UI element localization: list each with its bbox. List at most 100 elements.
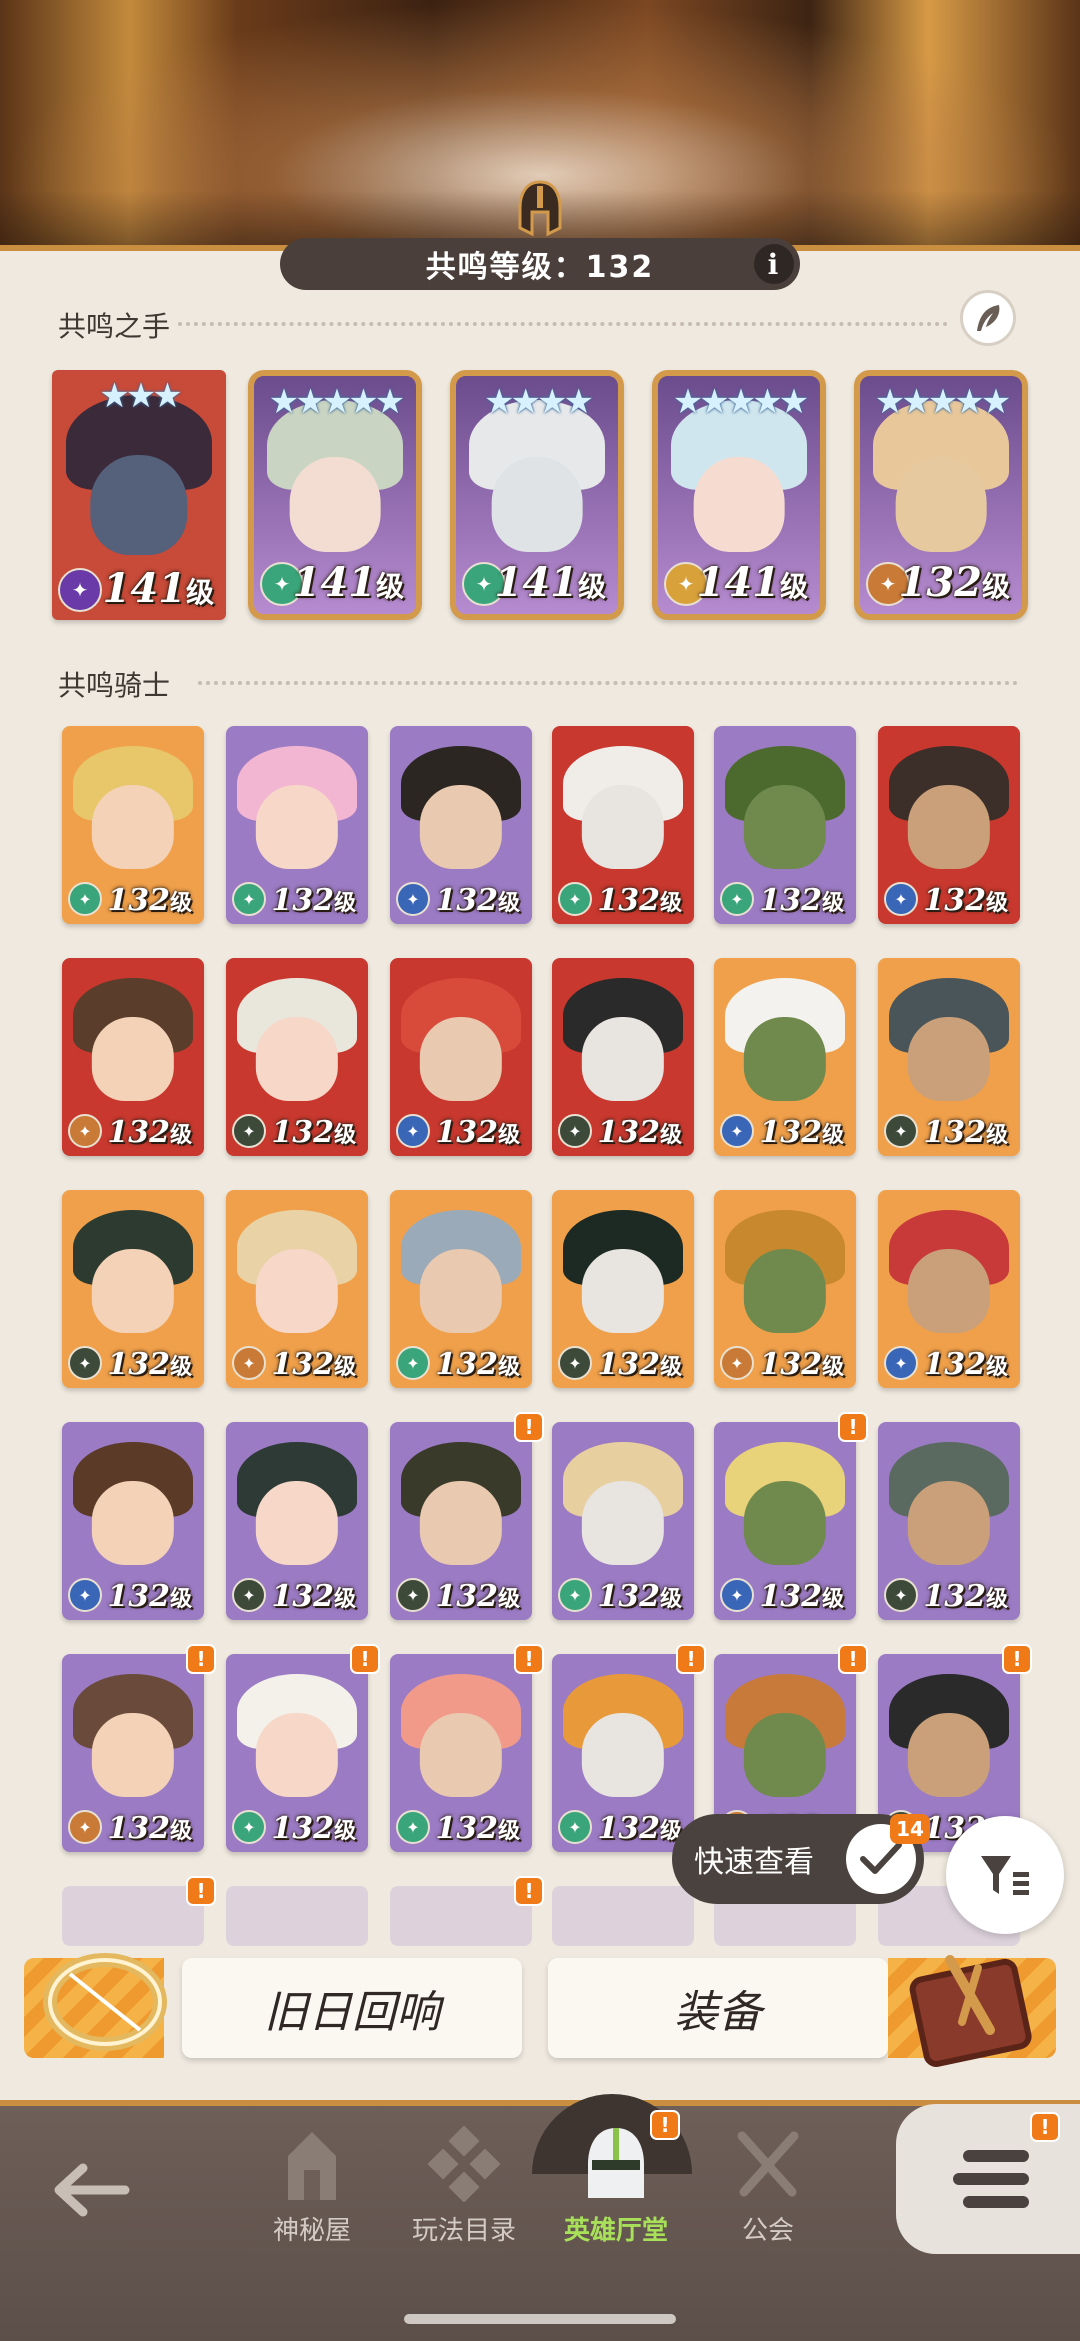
hand-hero-card[interactable]: ★★★★ ✦ 141级 xyxy=(450,370,624,620)
knight-card[interactable]: ✦132级 xyxy=(552,1654,694,1852)
hero-portrait-face xyxy=(895,456,987,553)
hero-portrait-face xyxy=(907,1713,991,1797)
faction-icon: ✦ xyxy=(558,1578,592,1612)
hero-level: 132级 xyxy=(271,1115,356,1150)
equipment-button[interactable]: 装备 xyxy=(548,1958,888,2058)
knight-card[interactable]: ✦132级 xyxy=(552,1422,694,1620)
nav-label: 英雄厅堂 xyxy=(563,2216,668,2246)
hero-level: 132级 xyxy=(435,1347,520,1382)
faction-icon: ✦ xyxy=(558,1346,592,1380)
hand-hero-card[interactable]: ★★★★★ ✦ 141级 xyxy=(652,370,826,620)
knight-card[interactable]: ✦132级 xyxy=(714,1422,856,1620)
section-divider xyxy=(178,322,948,326)
hero-level: 141级 xyxy=(494,559,606,606)
hero-level: 132级 xyxy=(435,1579,520,1614)
info-icon[interactable]: i xyxy=(754,244,794,284)
nav-label: 公会 xyxy=(741,2216,794,2246)
knight-card-partial[interactable] xyxy=(390,1886,532,1946)
knight-card[interactable]: ✦132级 xyxy=(226,958,368,1156)
upgrade-alert-badge: ! xyxy=(838,1412,868,1442)
knight-card[interactable]: ✦132级 xyxy=(62,958,204,1156)
hero-portrait-face xyxy=(581,1017,665,1101)
hero-portrait-face xyxy=(419,1713,503,1797)
knight-card[interactable]: ✦132级 xyxy=(878,1190,1020,1388)
knight-card[interactable]: ✦132级 xyxy=(552,958,694,1156)
knight-card[interactable]: ✦132级 xyxy=(226,726,368,924)
hero-level: 132级 xyxy=(923,883,1008,918)
upgrade-alert-badge: ! xyxy=(350,1644,380,1674)
helmet-emblem-icon xyxy=(518,180,562,237)
upgrade-alert-badge: ! xyxy=(838,1644,868,1674)
knight-card[interactable]: ✦132级 xyxy=(226,1654,368,1852)
knight-card[interactable]: ✦132级 xyxy=(878,1422,1020,1620)
nav-mystery-house[interactable]: 神秘屋 xyxy=(252,2124,372,2247)
nav-hero-hall[interactable]: 英雄厅堂 xyxy=(556,2124,676,2247)
faction-icon: ✦ xyxy=(232,1114,266,1148)
filter-icon[interactable] xyxy=(946,1816,1064,1934)
hero-portrait-face xyxy=(419,785,503,869)
knight-card[interactable]: ✦132级 xyxy=(390,726,532,924)
ring-icon xyxy=(43,1953,167,2051)
knight-card[interactable]: ✦132级 xyxy=(552,726,694,924)
knight-card[interactable]: ✦132级 xyxy=(878,958,1020,1156)
menu-alert: ! xyxy=(1030,2112,1060,2142)
hero-portrait-face xyxy=(255,785,339,869)
knight-card[interactable]: ✦132级 xyxy=(878,726,1020,924)
section-divider xyxy=(198,681,1018,685)
hero-portrait-face xyxy=(289,456,381,553)
knight-card[interactable]: ✦132级 xyxy=(390,958,532,1156)
echoes-button[interactable]: 旧日回响 xyxy=(182,1958,522,2058)
upgrade-alert-badge: ! xyxy=(514,1876,544,1906)
hand-hero-card[interactable]: ★★★★★ ✦ 141级 xyxy=(248,370,422,620)
upgrade-alert-badge: ! xyxy=(186,1876,216,1906)
hero-portrait-face xyxy=(419,1249,503,1333)
hero-portrait-face xyxy=(255,1713,339,1797)
knight-card[interactable]: ✦132级 xyxy=(226,1422,368,1620)
nav-gameplay-catalog[interactable]: 玩法目录 xyxy=(404,2124,524,2247)
hero-level: 132级 xyxy=(435,1811,520,1846)
faction-icon: ✦ xyxy=(884,1114,918,1148)
hero-portrait-face xyxy=(907,785,991,869)
hero-portrait-face xyxy=(743,1017,827,1101)
knight-helmet-icon xyxy=(576,2124,656,2204)
star-rank: ★★★★★ xyxy=(268,382,405,422)
crossed-swords-icon xyxy=(728,2124,808,2204)
hand-hero-card[interactable]: ★★★★★ ✦ 132级 xyxy=(854,370,1028,620)
hero-level: 132级 xyxy=(923,1579,1008,1614)
quill-icon[interactable] xyxy=(960,290,1016,346)
knight-card[interactable]: ✦132级 xyxy=(390,1422,532,1620)
faction-icon: ✦ xyxy=(396,882,430,916)
quick-view-toggle[interactable]: 快速查看 xyxy=(672,1814,924,1904)
hero-portrait-face xyxy=(907,1481,991,1565)
knight-card[interactable]: ✦132级 xyxy=(226,1190,368,1388)
knight-card[interactable]: ✦132级 xyxy=(390,1190,532,1388)
knight-card[interactable]: ✦132级 xyxy=(552,1190,694,1388)
knight-card[interactable]: ✦132级 xyxy=(714,1190,856,1388)
hero-portrait-face xyxy=(743,785,827,869)
knight-card[interactable]: ✦132级 xyxy=(62,1654,204,1852)
hero-portrait-face xyxy=(907,1017,991,1101)
nav-guild[interactable]: 公会 xyxy=(708,2124,828,2247)
knight-card[interactable]: ✦132级 xyxy=(62,1190,204,1388)
knight-card[interactable]: ✦132级 xyxy=(62,1422,204,1620)
knight-card[interactable]: ✦132级 xyxy=(390,1654,532,1852)
hero-level: 132级 xyxy=(923,1115,1008,1150)
hero-level: 132级 xyxy=(597,1579,682,1614)
knight-card-partial[interactable] xyxy=(226,1886,368,1946)
back-arrow-icon[interactable] xyxy=(46,2150,136,2230)
hero-level: 132级 xyxy=(923,1347,1008,1382)
knight-card-partial[interactable] xyxy=(552,1886,694,1946)
home-indicator xyxy=(404,2314,676,2324)
hero-portrait-face xyxy=(91,1713,175,1797)
hand-hero-card[interactable]: ★★★ ✦ 141级 xyxy=(52,370,226,620)
hero-portrait-face xyxy=(907,1249,991,1333)
faction-icon: ✦ xyxy=(68,1578,102,1612)
menu-lines-icon xyxy=(953,2150,1029,2208)
faction-icon: ✦ xyxy=(232,1578,266,1612)
knight-card[interactable]: ✦132级 xyxy=(62,726,204,924)
faction-icon: ✦ xyxy=(232,1346,266,1380)
hero-level: 132级 xyxy=(107,883,192,918)
upgrade-alert-badge: ! xyxy=(514,1412,544,1442)
knight-card[interactable]: ✦132级 xyxy=(714,726,856,924)
knight-card[interactable]: ✦132级 xyxy=(714,958,856,1156)
